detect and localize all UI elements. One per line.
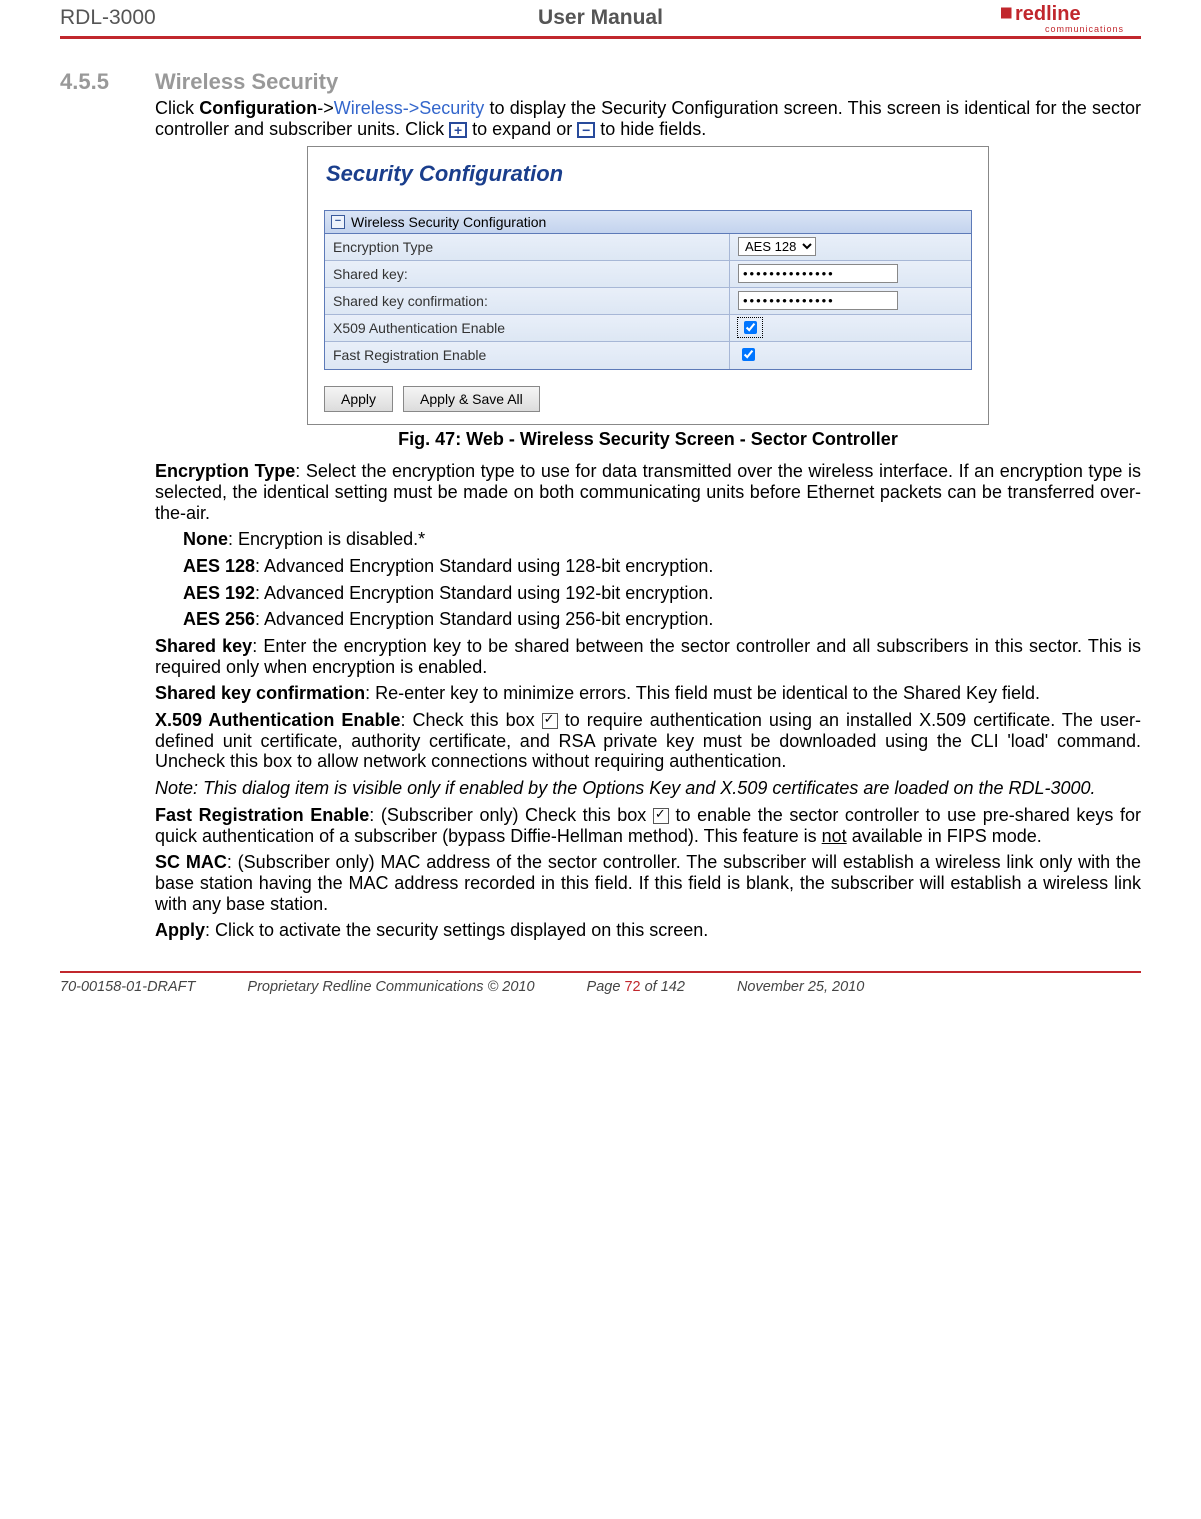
- para-sc-mac: SC MAC: (Subscriber only) MAC address of…: [155, 852, 1141, 914]
- para-x509: X.509 Authentication Enable: Check this …: [155, 710, 1141, 772]
- checkbox-inline-icon: [653, 808, 669, 824]
- apply-button[interactable]: Apply: [324, 386, 393, 412]
- para-none: None: Encryption is disabled.*: [155, 529, 1141, 550]
- screenshot-panel: Security Configuration − Wireless Securi…: [307, 146, 989, 425]
- shared-key-input[interactable]: [738, 264, 898, 283]
- header-model: RDL-3000: [60, 6, 420, 30]
- para-shared-key-confirm: Shared key confirmation: Re-enter key to…: [155, 683, 1141, 704]
- collapse-icon: [577, 122, 595, 138]
- x509-checkbox[interactable]: [744, 321, 757, 334]
- section-title: Wireless Security: [155, 69, 338, 94]
- svg-text:communications: communications: [1045, 24, 1124, 34]
- footer-date: November 25, 2010: [737, 979, 864, 995]
- para-shared-key: Shared key: Enter the encryption key to …: [155, 636, 1141, 677]
- para-aes256: AES 256: Advanced Encryption Standard us…: [155, 609, 1141, 630]
- checkbox-inline-icon: [542, 713, 558, 729]
- para-aes192: AES 192: Advanced Encryption Standard us…: [155, 583, 1141, 604]
- para-encryption-type: Encryption Type: Select the encryption t…: [155, 461, 1141, 523]
- breadcrumb-link: Wireless->Security: [334, 98, 485, 118]
- row-label-shared-key: Shared key:: [325, 261, 729, 287]
- encryption-type-select[interactable]: AES 128: [738, 237, 816, 256]
- svg-text:redline: redline: [1015, 3, 1081, 25]
- para-x509-note: Note: This dialog item is visible only i…: [155, 778, 1141, 799]
- footer-docnum: 70-00158-01-DRAFT: [60, 979, 195, 995]
- para-fast-reg: Fast Registration Enable: (Subscriber on…: [155, 805, 1141, 846]
- header-title: User Manual: [420, 6, 780, 30]
- section-number: 4.5.5: [60, 69, 155, 94]
- brand-logo: redline communications: [781, 2, 1141, 34]
- intro-paragraph: Click Configuration->Wireless->Security …: [155, 98, 1141, 139]
- panel-heading: Wireless Security Configuration: [351, 214, 546, 230]
- para-apply: Apply: Click to activate the security se…: [155, 920, 1141, 941]
- row-label-x509: X509 Authentication Enable: [325, 315, 729, 341]
- para-aes128: AES 128: Advanced Encryption Standard us…: [155, 556, 1141, 577]
- screenshot-title: Security Configuration: [308, 147, 988, 210]
- row-label-fast-reg: Fast Registration Enable: [325, 342, 729, 368]
- figure-caption: Fig. 47: Web - Wireless Security Screen …: [155, 429, 1141, 450]
- row-label-shared-key-confirm: Shared key confirmation:: [325, 288, 729, 314]
- apply-save-button[interactable]: Apply & Save All: [403, 386, 540, 412]
- panel-collapse-icon[interactable]: −: [331, 215, 345, 229]
- expand-icon: [449, 122, 467, 138]
- footer-page: Page 72 of 142: [587, 979, 685, 995]
- footer-copyright: Proprietary Redline Communications © 201…: [247, 979, 534, 995]
- fast-reg-checkbox[interactable]: [742, 348, 755, 361]
- row-label-encryption-type: Encryption Type: [325, 234, 729, 260]
- shared-key-confirm-input[interactable]: [738, 291, 898, 310]
